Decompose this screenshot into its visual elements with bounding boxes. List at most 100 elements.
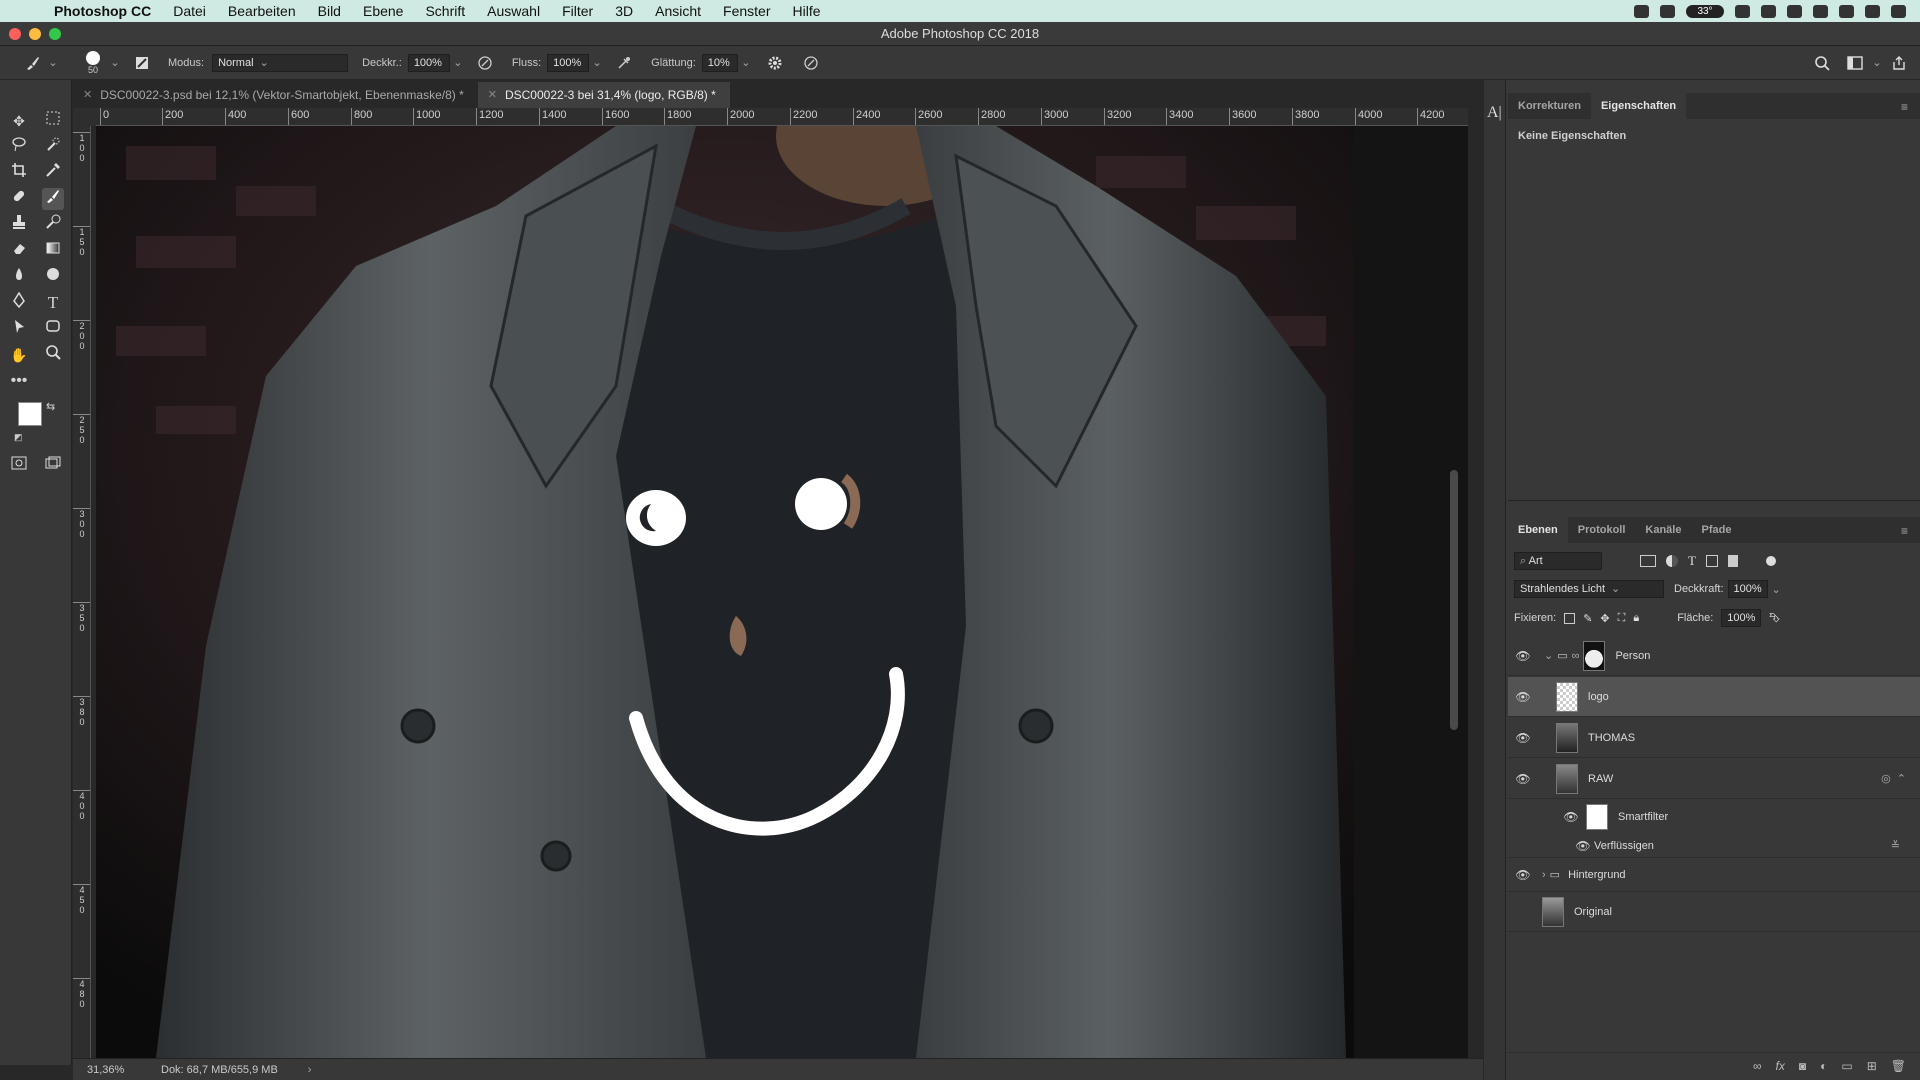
smart-object-thumbnail[interactable] [1542, 896, 1564, 927]
shape-tool-icon[interactable] [42, 318, 64, 340]
record-icon[interactable] [1634, 4, 1649, 18]
filter-pixel-icon[interactable] [1640, 555, 1656, 567]
layer-row-logo[interactable]: 👁︎ logo [1508, 677, 1920, 717]
smart-object-thumbnail[interactable] [1556, 763, 1578, 794]
tab-document-logo[interactable]: ✕ DSC00022-3 bei 31,4% (logo, RGB/8) * [477, 82, 730, 108]
menu-datei[interactable]: Datei [162, 3, 217, 19]
panel-menu-icon[interactable]: ≡ [1901, 100, 1908, 114]
smoothing-input[interactable]: 10% [701, 53, 738, 72]
layer-thumbnail[interactable] [1556, 722, 1578, 753]
layer-row-hintergrund[interactable]: 👁︎ › ▭ Hintergrund [1508, 858, 1920, 892]
minimize-window-button[interactable] [29, 28, 41, 40]
tab-kanaele[interactable]: Kanäle [1635, 517, 1691, 543]
chevron-down-icon[interactable]: ⌄ [1772, 583, 1781, 596]
lock-transparent-icon[interactable] [1564, 612, 1576, 624]
chevron-down-icon[interactable]: ⌄ [589, 56, 605, 69]
layer-row-person[interactable]: 👁︎ ⌄ ▭ ∞ Person [1508, 636, 1920, 676]
panel-menu-icon[interactable]: ≡ [1901, 524, 1908, 538]
layer-row-verfluessigen[interactable]: 👁︎ Verflüssigen ≚ [1508, 834, 1920, 858]
ruler-vertical[interactable]: 1 0 0 1 5 0 2 0 0 2 5 0 3 0 0 3 5 0 3 8 … [73, 126, 91, 1058]
adjustment-layer-icon[interactable]: ◐ [1820, 1059, 1827, 1073]
close-window-button[interactable] [9, 28, 21, 40]
canvas-vertical-scrollbar[interactable] [1450, 470, 1458, 730]
visibility-eye-icon[interactable]: 👁︎ [1508, 905, 1538, 919]
trash-icon[interactable]: 🗑︎ [1891, 1059, 1906, 1073]
lock-pixels-icon[interactable]: ✎ [1583, 612, 1592, 625]
screen-mode-icon[interactable] [42, 454, 64, 476]
gradient-tool-icon[interactable] [42, 240, 64, 262]
marquee-tool-icon[interactable] [42, 110, 64, 132]
lock-artboard-icon[interactable]: ⛶ [1618, 612, 1626, 625]
zoom-level[interactable]: 31,36% [87, 1064, 147, 1076]
history-brush-tool-icon[interactable] [42, 214, 64, 236]
swap-colors-icon[interactable]: ⇆ [46, 400, 55, 413]
menu-ebene[interactable]: Ebene [352, 3, 414, 19]
visibility-eye-icon[interactable]: 👁︎ [1508, 868, 1538, 882]
chevron-up-icon[interactable]: ⌃ [1897, 772, 1906, 785]
quick-select-tool-icon[interactable] [42, 136, 64, 158]
filter-toggle-icon[interactable] [1765, 556, 1776, 566]
layer-row-original[interactable]: 👁︎ Original [1508, 892, 1920, 932]
visibility-eye-icon[interactable]: 👁︎ [1508, 690, 1538, 704]
chevron-down-icon[interactable]: ⌄ [46, 56, 60, 69]
new-group-icon[interactable]: ▭ [1841, 1059, 1852, 1073]
menu-auswahl[interactable]: Auswahl [476, 3, 551, 19]
layer-row-raw[interactable]: 👁︎ RAW ◎ ⌃ [1508, 759, 1920, 799]
path-select-tool-icon[interactable] [8, 318, 30, 340]
tab-eigenschaften[interactable]: Eigenschaften [1590, 93, 1687, 119]
zoom-window-button[interactable] [49, 28, 61, 40]
blur-tool-icon[interactable] [8, 266, 30, 288]
dodge-tool-icon[interactable] [42, 266, 64, 288]
blend-mode-select[interactable]: Strahlendes Licht [1514, 580, 1664, 598]
filter-smartobject-icon[interactable] [1727, 555, 1738, 567]
notification-icon[interactable] [1891, 4, 1906, 18]
workspace-icon[interactable] [1840, 55, 1870, 70]
lock-all-icon[interactable]: 🔒︎ [1633, 612, 1639, 625]
filter-options-icon[interactable]: ≚ [1891, 839, 1900, 852]
lasso-tool-icon[interactable] [8, 136, 30, 158]
spotlight-icon[interactable] [1865, 4, 1880, 18]
layer-row-smartfilter[interactable]: 👁︎ Smartfilter [1508, 800, 1920, 834]
menu-filter[interactable]: Filter [551, 3, 604, 19]
visibility-eye-icon[interactable]: 👁︎ [1508, 731, 1538, 745]
move-tool-icon[interactable]: ✥ [8, 110, 30, 132]
add-mask-icon[interactable]: ◙ [1799, 1059, 1806, 1073]
menu-bild[interactable]: Bild [307, 3, 352, 19]
tab-protokoll[interactable]: Protokoll [1568, 517, 1636, 543]
type-tool-icon[interactable]: T [42, 292, 64, 314]
link-icon[interactable]: ∞ [1572, 650, 1580, 662]
filter-type-icon[interactable]: T [1688, 553, 1696, 569]
filter-mask-thumbnail[interactable] [1586, 804, 1608, 830]
chevron-right-icon[interactable]: › [308, 1064, 312, 1076]
tab-document-psd[interactable]: ✕ DSC00022-3.psd bei 12,1% (Vektor-Smart… [73, 82, 478, 108]
layer-filter-select[interactable]: ⌕ Art [1514, 552, 1602, 570]
airbrush-icon[interactable] [611, 55, 637, 71]
battery-icon[interactable] [1839, 4, 1854, 18]
eyedropper-tool-icon[interactable] [42, 162, 64, 184]
menu-fenster[interactable]: Fenster [712, 3, 781, 19]
character-panel-icon[interactable]: A| [1487, 104, 1502, 122]
temperature-badge[interactable]: 33° [1686, 4, 1724, 18]
visibility-eye-icon[interactable]: 👁︎ [1572, 839, 1594, 853]
dropbox-icon[interactable] [1761, 4, 1776, 18]
visibility-eye-icon[interactable]: 👁︎ [1508, 772, 1538, 786]
fill-input[interactable]: 100% [1721, 609, 1762, 627]
fx-icon[interactable]: fx [1776, 1059, 1785, 1073]
chevron-down-icon[interactable]: ⌄ [1870, 56, 1884, 69]
layer-thumbnail[interactable] [1556, 681, 1578, 712]
lock-position-icon[interactable]: ✥ [1600, 612, 1609, 625]
menu-ansicht[interactable]: Ansicht [644, 3, 712, 19]
menu-schrift[interactable]: Schrift [414, 3, 476, 19]
monitor-icon[interactable] [1660, 4, 1675, 18]
filter-shape-icon[interactable] [1705, 555, 1718, 567]
pen-tool-icon[interactable] [8, 291, 30, 314]
chevron-down-icon[interactable]: ⌄ [738, 56, 754, 69]
opacity-input[interactable]: 100% [407, 53, 450, 72]
document-canvas[interactable] [96, 126, 1468, 1058]
gear-icon[interactable] [762, 55, 788, 71]
menu-bearbeiten[interactable]: Bearbeiten [217, 3, 307, 19]
new-layer-icon[interactable]: ⊞ [1867, 1059, 1877, 1073]
pressure-size-icon[interactable] [798, 55, 824, 71]
brush-panel-icon[interactable] [132, 56, 152, 70]
search-icon[interactable] [1810, 55, 1834, 71]
